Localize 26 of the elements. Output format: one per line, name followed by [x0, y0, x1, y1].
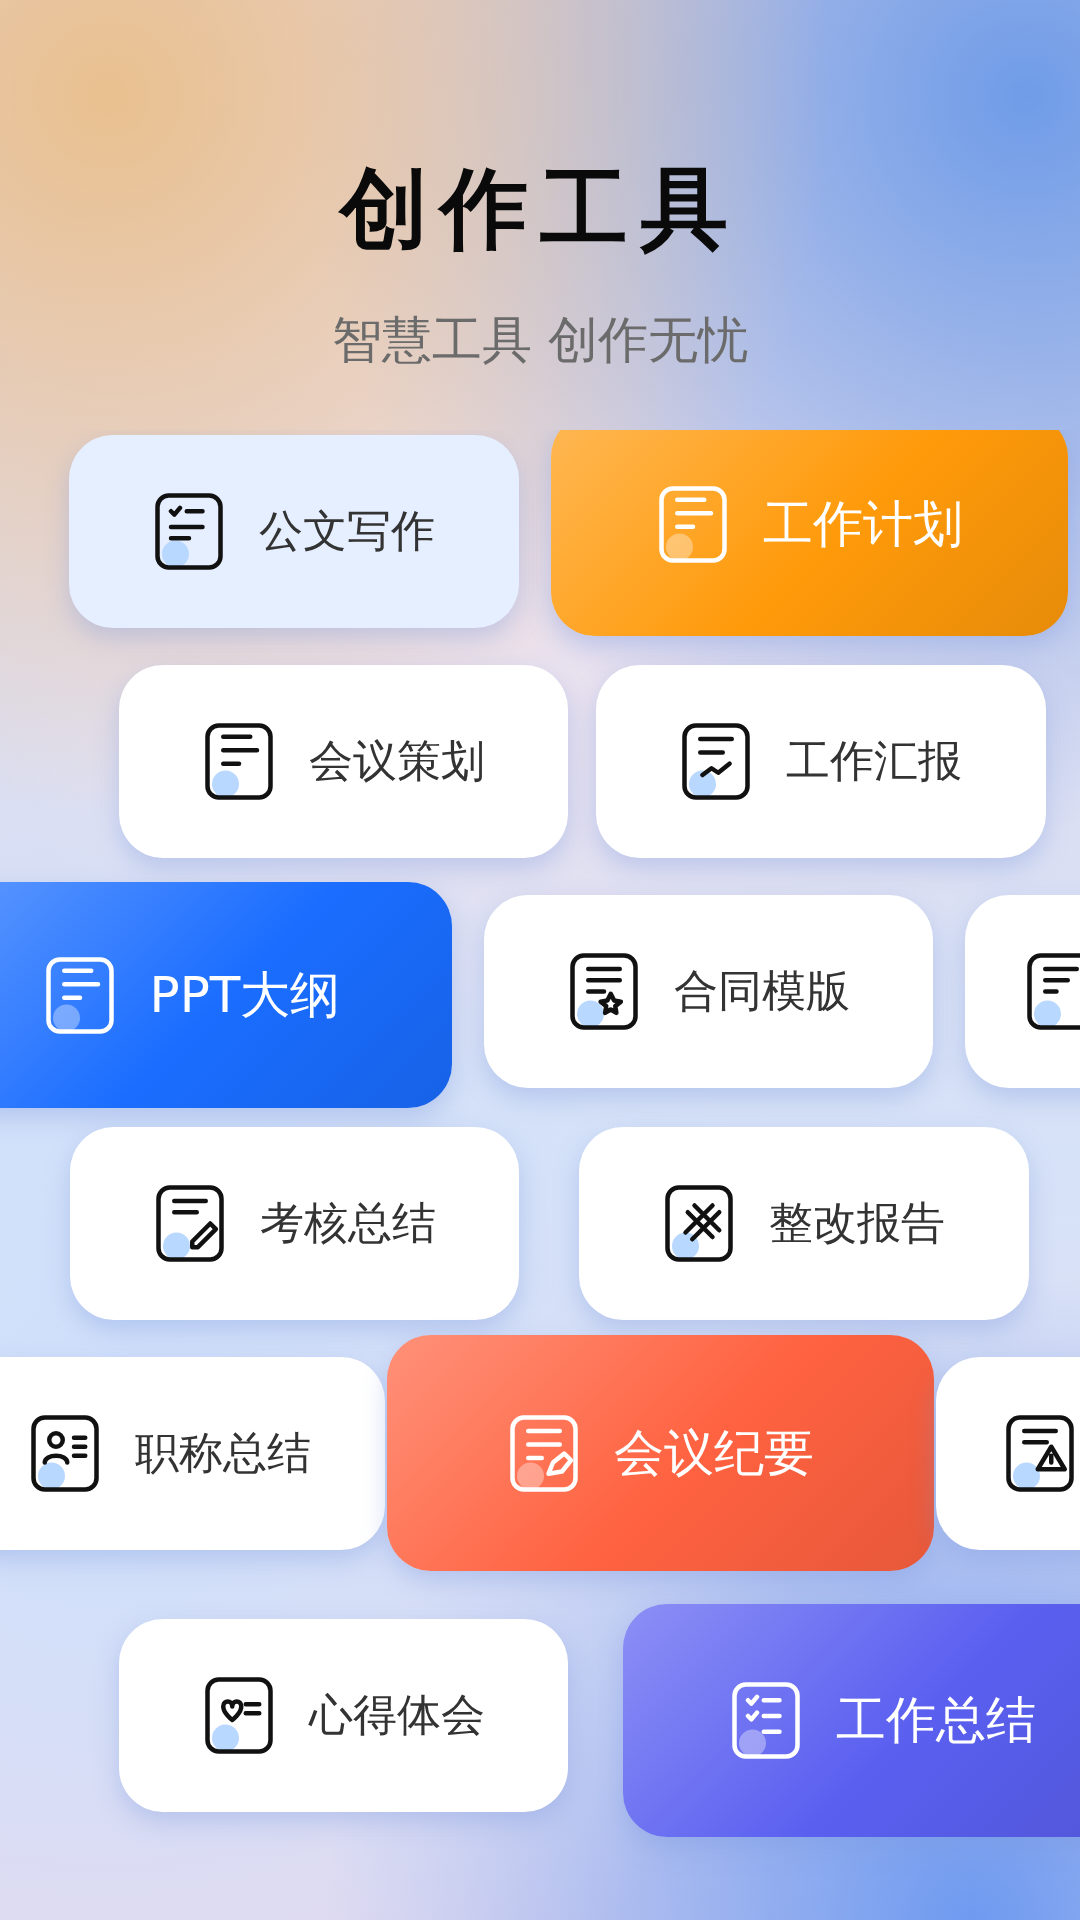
tool-card[interactable]: 工作汇报	[596, 665, 1046, 858]
document-icon	[730, 1680, 802, 1761]
document-icon	[507, 1412, 580, 1494]
page-subtitle: 智慧工具 创作无忧	[332, 310, 748, 371]
document-icon	[680, 721, 752, 802]
tool-card[interactable]: 工作总结	[623, 1604, 1080, 1837]
tool-card[interactable]: 合同模版	[484, 895, 933, 1088]
document-icon	[1004, 1413, 1076, 1494]
tool-card[interactable]: 会议策划	[119, 665, 568, 858]
tool-card[interactable]: 职称总结	[0, 1357, 385, 1550]
tool-card[interactable]: 公文写作	[69, 435, 519, 628]
document-icon	[656, 484, 729, 565]
tool-card[interactable]: 整改报告	[579, 1127, 1029, 1320]
tool-card[interactable]: 心得体会	[119, 1619, 568, 1812]
document-icon	[1025, 951, 1080, 1032]
tool-card[interactable]: PPT大纲	[0, 882, 452, 1108]
document-icon	[202, 1675, 275, 1756]
document-icon	[43, 954, 116, 1036]
document-icon	[29, 1413, 101, 1494]
document-icon	[567, 951, 640, 1032]
document-icon	[153, 491, 225, 572]
tool-card[interactable]: 考核总结	[70, 1127, 519, 1320]
page-title: 创作工具	[340, 156, 740, 262]
document-icon	[153, 1183, 226, 1264]
document-icon	[663, 1183, 735, 1264]
document-icon	[202, 721, 275, 802]
